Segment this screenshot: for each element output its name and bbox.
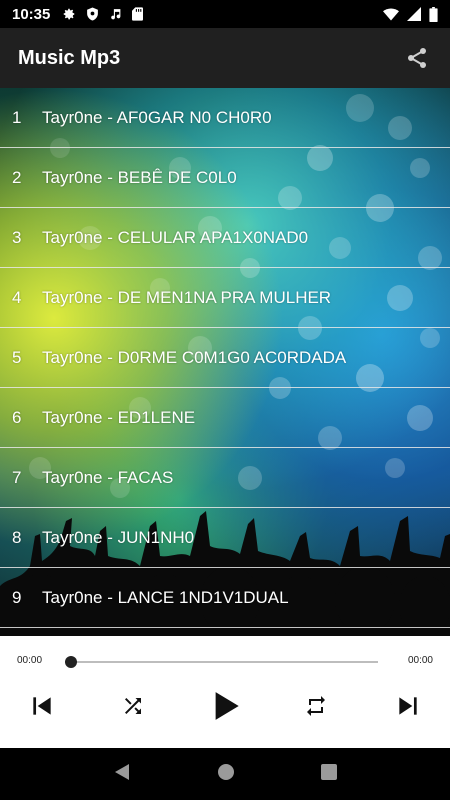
- app-title: Music Mp3: [18, 46, 121, 69]
- track-list: 1 Tayr0ne - AF0GAR N0 CH0R0 2 Tayr0ne - …: [0, 88, 450, 636]
- track-row[interactable]: 4 Tayr0ne - DE MEN1NA PRA MULHER: [0, 268, 450, 328]
- signal-icon: [407, 7, 421, 21]
- track-row[interactable]: 6 Tayr0ne - ED1LENE: [0, 388, 450, 448]
- recents-icon[interactable]: [321, 763, 337, 785]
- current-time: 00:00: [17, 655, 43, 666]
- track-number: 2: [12, 167, 22, 187]
- app-bar: Music Mp3: [0, 28, 450, 88]
- shield-icon: [86, 7, 99, 21]
- share-icon[interactable]: [402, 43, 432, 73]
- seek-bar[interactable]: [70, 661, 378, 663]
- track-number: 5: [12, 347, 22, 367]
- track-title: Tayr0ne - BEBÊ DE C0L0: [42, 167, 237, 187]
- shuffle-icon[interactable]: [113, 686, 153, 726]
- wifi-icon: [383, 7, 399, 21]
- play-icon[interactable]: [206, 686, 246, 726]
- battery-icon: [429, 6, 438, 22]
- repeat-icon[interactable]: [296, 686, 336, 726]
- track-row[interactable]: 8 Tayr0ne - JUN1NH0: [0, 508, 450, 568]
- track-row[interactable]: 9 Tayr0ne - LANCE 1ND1V1DUAL: [0, 568, 450, 628]
- track-number: 3: [12, 227, 22, 247]
- home-icon[interactable]: [217, 763, 235, 786]
- music-note-icon: [109, 7, 122, 21]
- seek-thumb[interactable]: [65, 656, 77, 668]
- back-icon[interactable]: [113, 763, 131, 786]
- track-row[interactable]: 3 Tayr0ne - CELULAR APA1X0NAD0: [0, 208, 450, 268]
- track-row[interactable]: 5 Tayr0ne - D0RME C0M1G0 AC0RDADA: [0, 328, 450, 388]
- settings-icon: [62, 7, 76, 21]
- skip-previous-icon[interactable]: [22, 686, 62, 726]
- track-number: 7: [12, 467, 22, 487]
- track-title: Tayr0ne - D0RME C0M1G0 AC0RDADA: [42, 347, 347, 367]
- track-title: Tayr0ne - FACAS: [42, 467, 174, 487]
- status-bar: 10:35: [0, 0, 450, 28]
- track-title: Tayr0ne - JUN1NH0: [42, 527, 195, 547]
- track-title: Tayr0ne - DE MEN1NA PRA MULHER: [42, 287, 332, 307]
- track-number: 4: [12, 287, 22, 307]
- track-number: 6: [12, 407, 22, 427]
- track-title: Tayr0ne - CELULAR APA1X0NAD0: [42, 227, 309, 247]
- total-time: 00:00: [407, 655, 433, 666]
- system-nav-bar: [0, 748, 450, 800]
- track-number: 1: [12, 107, 22, 127]
- track-title: Tayr0ne - ED1LENE: [42, 407, 196, 427]
- track-number: 8: [12, 527, 22, 547]
- skip-next-icon[interactable]: [388, 686, 428, 726]
- player-panel: 00:00 00:00: [0, 636, 450, 748]
- track-row[interactable]: 7 Tayr0ne - FACAS: [0, 448, 450, 508]
- track-number: 9: [12, 587, 22, 607]
- track-title: Tayr0ne - AF0GAR N0 CH0R0: [42, 107, 272, 127]
- track-row[interactable]: 2 Tayr0ne - BEBÊ DE C0L0: [0, 148, 450, 208]
- track-row[interactable]: 1 Tayr0ne - AF0GAR N0 CH0R0: [0, 88, 450, 148]
- status-time: 10:35: [12, 5, 51, 23]
- sd-card-icon: [132, 7, 144, 21]
- track-title: Tayr0ne - LANCE 1ND1V1DUAL: [42, 587, 289, 607]
